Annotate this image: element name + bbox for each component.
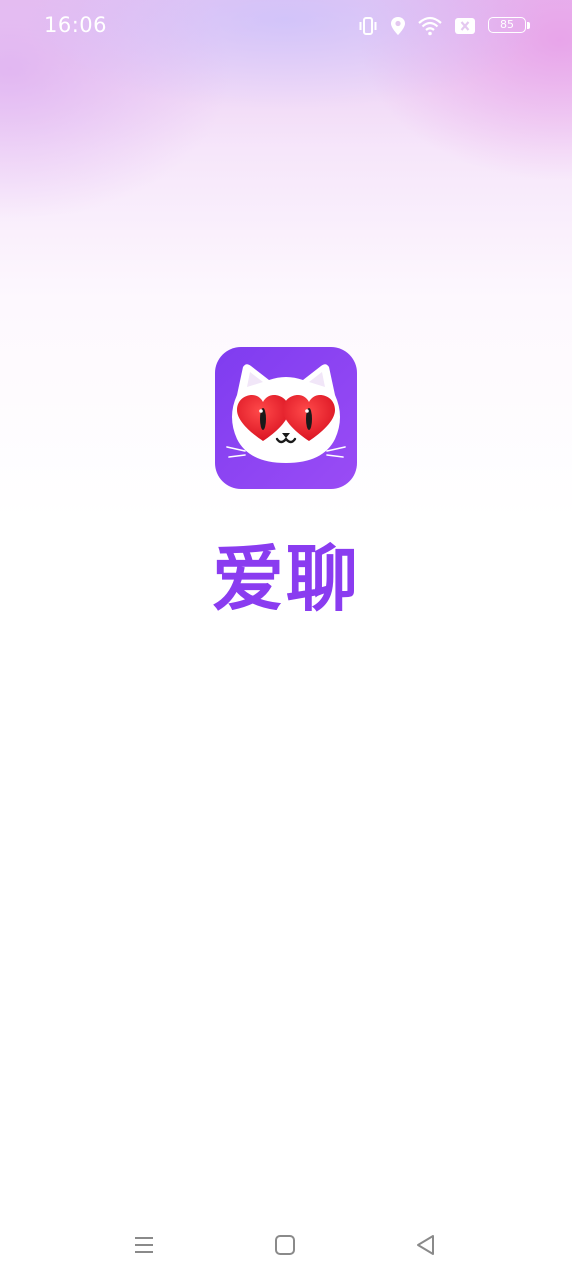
status-bar: 16:06 85 (0, 0, 572, 52)
cat-heart-eyes-logo (215, 347, 357, 489)
no-sim-icon (454, 17, 476, 35)
app-logo (215, 347, 357, 489)
menu-icon[interactable] (129, 1230, 159, 1260)
vibrate-icon (358, 16, 378, 36)
wifi-icon (418, 16, 442, 36)
battery-level: 85 (500, 18, 514, 31)
navigation-bar (0, 1218, 572, 1274)
location-icon (390, 16, 406, 36)
battery-cap (527, 22, 530, 29)
battery-icon: 85 (488, 17, 532, 35)
home-icon[interactable] (270, 1230, 300, 1260)
app-name: 爱聊 (211, 537, 360, 621)
back-icon[interactable] (411, 1230, 441, 1260)
status-time: 16:06 (44, 13, 108, 37)
status-icons: 85 (358, 14, 532, 38)
